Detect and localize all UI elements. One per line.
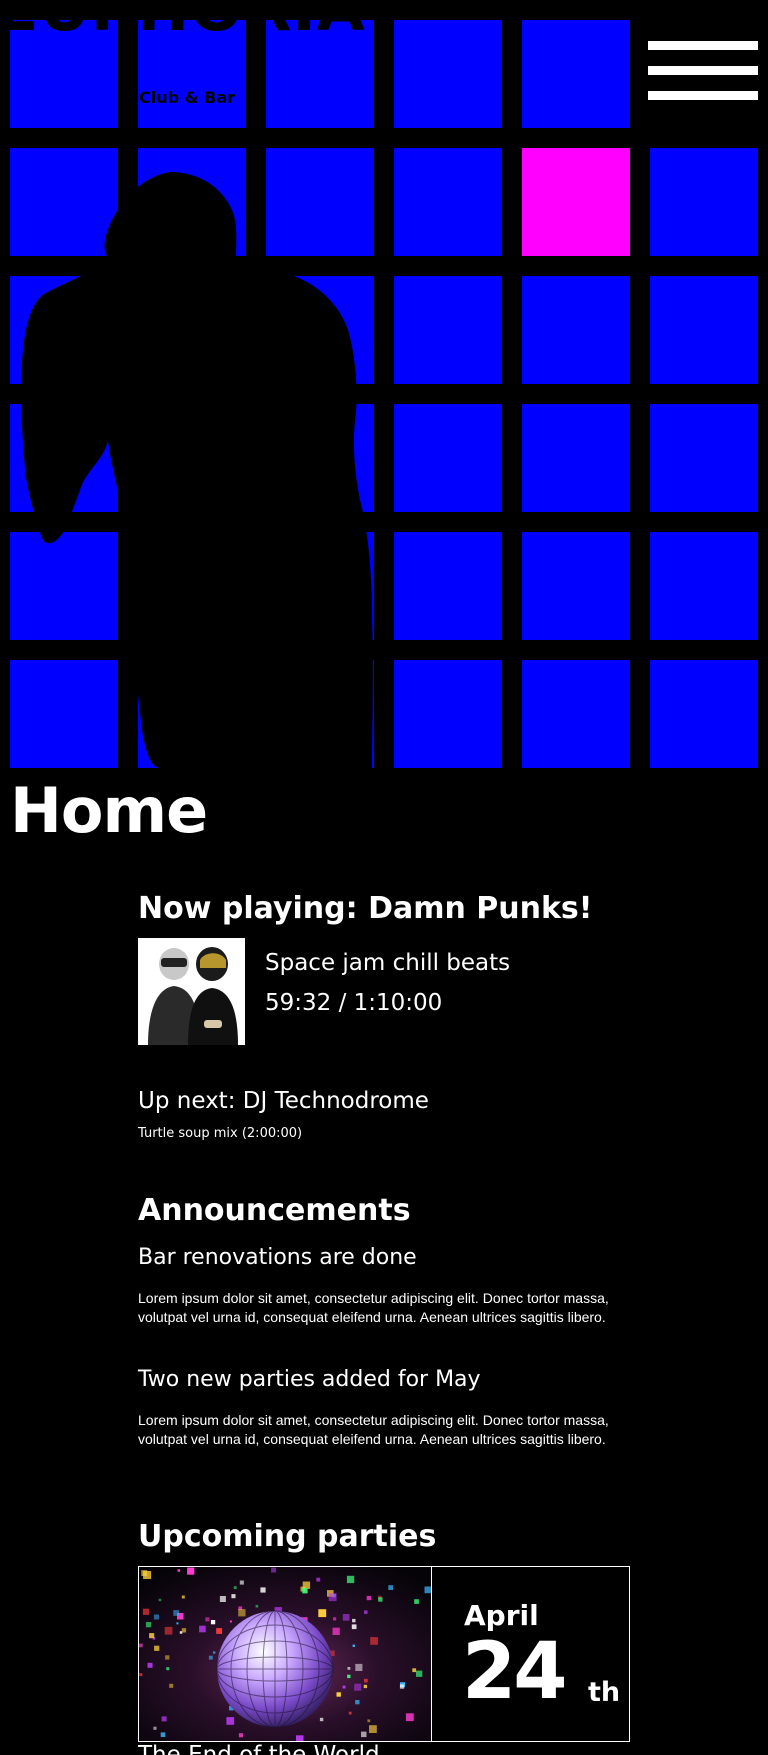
announcement-body: Lorem ipsum dolor sit amet, consectetur … [138, 1412, 609, 1447]
now-playing-track: Space jam chill beats [265, 950, 511, 976]
party-card[interactable]: April 24 th [138, 1566, 630, 1742]
upcoming-parties-heading: Upcoming parties [138, 1519, 437, 1554]
announcement-body: Lorem ipsum dolor sit amet, consectetur … [138, 1290, 609, 1325]
disco-ball-image [139, 1567, 432, 1741]
party-name[interactable]: The End of the World [138, 1742, 380, 1755]
hero-banner: EUPHORIA Club & Bar [0, 0, 768, 768]
brand-logo-title[interactable]: EUPHORIA [0, 0, 366, 40]
party-day: 24 [462, 1627, 568, 1717]
up-next-subtitle: Turtle soup mix (2:00:00) [138, 1126, 303, 1141]
now-playing-artwork [138, 938, 245, 1045]
announcement-title[interactable]: Bar renovations are done [138, 1245, 417, 1270]
menu-button[interactable] [648, 40, 758, 110]
artist-photo [138, 938, 245, 1045]
disco-ball-graphic [139, 1567, 431, 1741]
now-playing-heading: Now playing: Damn Punks! [138, 891, 593, 926]
brand-tagline: Club & Bar [139, 88, 236, 107]
now-playing-progress: 59:32 / 1:10:00 [265, 990, 443, 1016]
announcements-heading: Announcements [138, 1193, 411, 1228]
party-day-suffix: th [588, 1677, 621, 1708]
up-next-title: Up next: DJ Technodrome [138, 1088, 429, 1114]
announcement-title[interactable]: Two new parties added for May [138, 1367, 481, 1392]
dancing-couple-silhouette [21, 172, 373, 768]
page-title: Home [10, 774, 208, 847]
